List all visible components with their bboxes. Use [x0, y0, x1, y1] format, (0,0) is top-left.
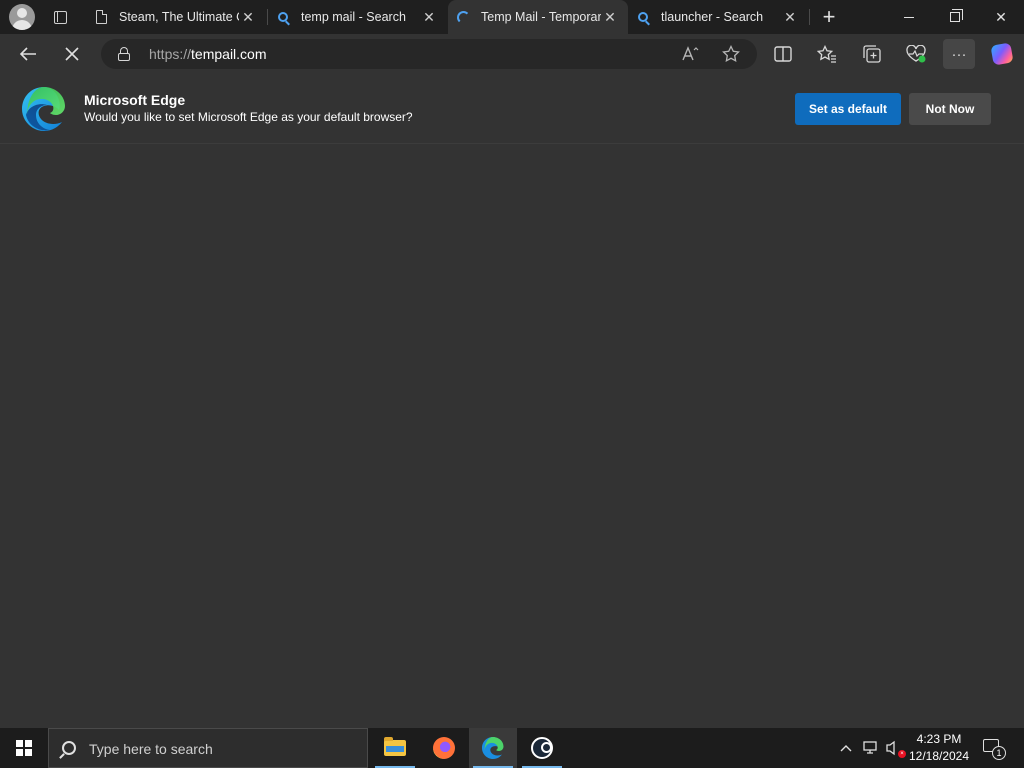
tab-close-icon[interactable]: ✕ [782, 9, 798, 25]
close-icon: ✕ [995, 8, 1007, 25]
tab-temp-mail[interactable]: Temp Mail - Temporar ✕ [448, 0, 628, 34]
restore-icon [950, 9, 963, 22]
tab-actions-menu-icon[interactable] [46, 5, 74, 29]
clock-date: 12/18/2024 [908, 749, 970, 763]
loading-spinner-icon [456, 10, 470, 24]
not-now-button[interactable]: Not Now [909, 93, 991, 125]
new-tab-button[interactable]: + [815, 4, 843, 29]
settings-more-button[interactable]: ··· [943, 39, 975, 69]
taskbar-edge[interactable] [469, 728, 517, 768]
collections-icon[interactable] [856, 39, 888, 69]
tab-strip: Steam, The Ultimate O ✕ temp mail - Sear… [0, 0, 1024, 34]
browser-essentials-icon[interactable] [900, 39, 932, 69]
back-arrow-icon [19, 47, 36, 61]
read-aloud-icon[interactable] [679, 43, 703, 65]
address-bar[interactable]: https://tempail.com [101, 39, 757, 69]
default-browser-banner: Microsoft Edge Would you like to set Mic… [0, 74, 1024, 144]
profile-avatar-icon[interactable] [9, 4, 35, 30]
banner-title: Microsoft Edge [84, 92, 186, 108]
show-hidden-icons-chevron-icon[interactable] [838, 740, 854, 756]
edge-logo-icon [20, 85, 68, 133]
more-dots-icon: ··· [951, 45, 967, 63]
taskbar-steam[interactable] [518, 728, 566, 768]
set-as-default-button[interactable]: Set as default [795, 93, 901, 125]
tab-steam[interactable]: Steam, The Ultimate O ✕ [86, 0, 266, 34]
back-button[interactable] [12, 39, 44, 69]
minimize-icon [904, 16, 914, 18]
network-icon[interactable] [861, 738, 881, 758]
windows-logo-icon [16, 740, 32, 756]
tab-separator [809, 9, 810, 25]
notification-center-icon[interactable]: 1 [980, 736, 1006, 760]
tab-label: tlauncher - Search [661, 10, 764, 24]
banner-message: Would you like to set Microsoft Edge as … [84, 110, 413, 124]
clock-time: 4:23 PM [916, 732, 962, 746]
page-icon [94, 10, 108, 24]
url-domain: tempail.com [191, 46, 267, 62]
start-button[interactable] [0, 728, 48, 768]
tab-label: temp mail - Search [301, 10, 406, 24]
tab-temp-mail-search[interactable]: temp mail - Search ✕ [268, 0, 447, 34]
tab-close-icon[interactable]: ✕ [240, 9, 256, 25]
notification-count: 1 [992, 746, 1006, 760]
tab-close-icon[interactable]: ✕ [602, 9, 618, 25]
volume-muted-icon[interactable]: × [884, 738, 906, 758]
copilot-button[interactable] [986, 39, 1018, 69]
steam-icon [531, 737, 553, 759]
taskbar-file-explorer[interactable] [371, 728, 419, 768]
lock-icon[interactable] [118, 47, 130, 61]
tab-tlauncher-search[interactable]: tlauncher - Search ✕ [628, 0, 808, 34]
taskbar-firefox[interactable] [420, 728, 468, 768]
navigation-bar: https://tempail.com ··· [0, 34, 1024, 74]
copilot-icon [990, 42, 1014, 66]
minimize-button[interactable] [886, 0, 932, 34]
taskbar: Type here to search × 4:23 PM 12/18/2024… [0, 728, 1024, 768]
favorites-icon[interactable] [811, 39, 843, 69]
stop-icon [65, 47, 79, 61]
split-screen-icon[interactable] [767, 39, 799, 69]
taskbar-search-box[interactable]: Type here to search [48, 728, 368, 768]
tab-close-icon[interactable]: ✕ [421, 9, 437, 25]
restore-button[interactable] [932, 0, 978, 34]
tab-label: Temp Mail - Temporar [481, 10, 601, 24]
stop-loading-button[interactable] [56, 39, 88, 69]
firefox-icon [433, 737, 455, 759]
search-icon [276, 10, 290, 24]
file-explorer-icon [384, 737, 406, 756]
search-placeholder: Type here to search [89, 741, 213, 757]
tab-label: Steam, The Ultimate O [119, 10, 239, 24]
search-icon [636, 10, 650, 24]
url-text[interactable]: https://tempail.com [149, 46, 267, 62]
url-protocol: https:// [149, 46, 192, 62]
favorite-star-icon[interactable] [719, 43, 743, 65]
edge-icon [482, 737, 504, 759]
close-window-button[interactable]: ✕ [978, 0, 1024, 34]
search-icon [62, 741, 76, 755]
page-content[interactable] [0, 145, 1024, 727]
system-clock[interactable]: 4:23 PM 12/18/2024 [905, 731, 973, 765]
